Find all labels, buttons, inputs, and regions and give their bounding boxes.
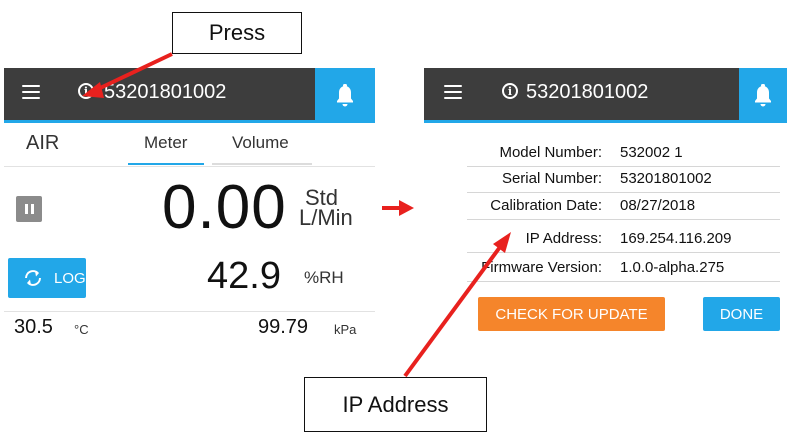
- log-button[interactable]: LOG: [8, 258, 86, 298]
- temperature-value: 30.5: [14, 316, 53, 338]
- log-label: LOG: [54, 269, 86, 287]
- bell-icon: [755, 83, 771, 106]
- info-circle-icon[interactable]: i: [502, 83, 518, 99]
- transition-arrow: [382, 200, 414, 216]
- meter-screen: i 53201801002 AIR Meter Volume 0.00 Std …: [4, 68, 375, 343]
- refresh-icon: [25, 270, 41, 286]
- bell-icon: [337, 83, 353, 106]
- temperature-unit: °C: [74, 322, 89, 337]
- divider: [4, 166, 375, 167]
- serial-number-label: Serial Number:: [501, 170, 602, 187]
- tabs-row: AIR Meter Volume: [4, 123, 375, 165]
- header-accent-line: [424, 120, 787, 123]
- ip-address-callout: IP Address: [304, 377, 487, 432]
- notification-button[interactable]: [315, 68, 375, 123]
- info-row-ip: IP Address: 169.254.116.209: [467, 226, 780, 253]
- calibration-date-label: Calibration Date:: [490, 197, 602, 214]
- hamburger-menu-icon[interactable]: [444, 85, 462, 99]
- info-row-serial: Serial Number: 53201801002: [467, 166, 780, 193]
- pressure-value: 99.79: [258, 316, 309, 338]
- header-serial: 53201801002: [104, 81, 227, 103]
- tab-volume-indicator: [212, 163, 312, 165]
- flow-unit-lmin: L/Min: [299, 205, 353, 230]
- model-number-value: 532002 1: [620, 144, 683, 161]
- calibration-date-value: 08/27/2018: [620, 197, 696, 214]
- pause-icon: [24, 204, 28, 214]
- flow-value: 0.00: [162, 173, 287, 242]
- done-button[interactable]: DONE: [703, 297, 780, 331]
- gas-label: AIR: [26, 132, 60, 154]
- tab-volume[interactable]: Volume: [232, 133, 289, 153]
- notification-button[interactable]: [739, 68, 787, 123]
- pressure-unit: kPa: [334, 322, 357, 337]
- press-callout: Press: [172, 12, 302, 54]
- serial-number-value: 53201801002: [620, 170, 712, 187]
- model-number-label: Model Number:: [499, 144, 602, 161]
- ip-address-value: 169.254.116.209: [620, 230, 732, 247]
- tab-meter[interactable]: Meter: [144, 133, 187, 153]
- humidity-unit: %RH: [304, 268, 344, 287]
- header-bar: i 53201801002: [4, 68, 375, 123]
- firmware-version-label: Firmware Version:: [481, 259, 602, 276]
- header-bar: i 53201801002: [424, 68, 787, 123]
- humidity-value: 42.9: [207, 255, 281, 297]
- ip-address-label: IP Address:: [525, 230, 602, 247]
- header-serial: 53201801002: [526, 81, 649, 103]
- info-row-firmware: Firmware Version: 1.0.0-alpha.275: [467, 255, 780, 282]
- check-for-update-button[interactable]: CHECK FOR UPDATE: [478, 297, 665, 331]
- hamburger-menu-icon[interactable]: [22, 85, 40, 99]
- info-row-calibration: Calibration Date: 08/27/2018: [467, 193, 780, 220]
- divider: [4, 311, 375, 312]
- firmware-version-value: 1.0.0-alpha.275: [620, 259, 725, 276]
- pause-button[interactable]: [16, 196, 42, 222]
- flow-unit: Std L/Min: [299, 187, 353, 230]
- tab-meter-indicator: [128, 163, 204, 165]
- info-circle-icon[interactable]: i: [78, 83, 94, 99]
- info-row-model: Model Number: 532002 1: [467, 140, 780, 167]
